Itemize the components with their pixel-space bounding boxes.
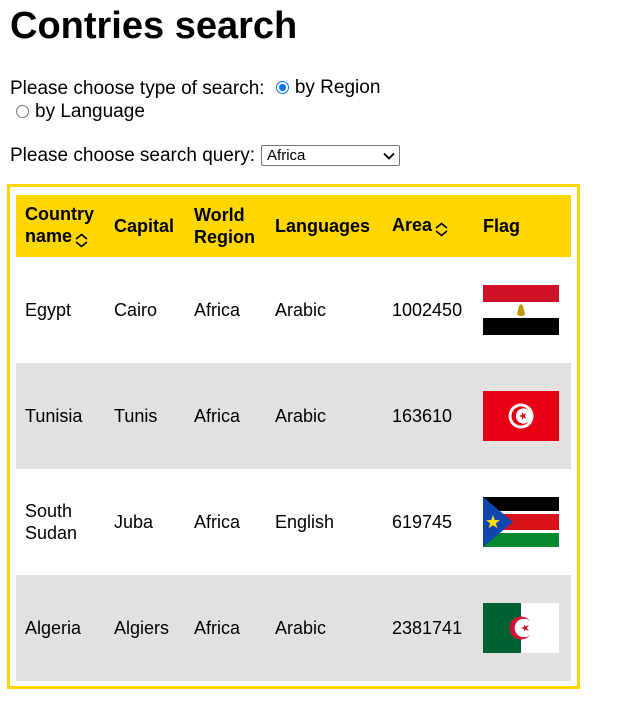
cell-area: 619745 bbox=[392, 512, 453, 532]
cell-flag bbox=[474, 469, 571, 575]
table-row: Algeria Algiers Africa Arabic 2381741 bbox=[16, 575, 571, 681]
table-row: South Sudan Juba Africa English 619745 bbox=[16, 469, 571, 575]
table-row: Egypt Cairo Africa Arabic 1002450 bbox=[16, 257, 571, 363]
sort-icon[interactable] bbox=[73, 232, 90, 249]
column-header-country[interactable]: Country name bbox=[16, 195, 105, 257]
cell-region: Africa bbox=[194, 300, 241, 320]
cell-area: 2381741 bbox=[383, 575, 474, 681]
flag-algeria-icon bbox=[483, 603, 559, 653]
cell-region: Africa bbox=[194, 512, 241, 532]
flag-tunisia-icon bbox=[483, 391, 559, 441]
column-header-flag: Flag bbox=[474, 195, 571, 257]
cell-languages: Arabic bbox=[266, 575, 383, 681]
column-header-area[interactable]: Area bbox=[383, 195, 474, 257]
cell-capital: Tunis bbox=[105, 363, 185, 469]
table-header-row: Country name Capital World Region Langua… bbox=[16, 195, 571, 257]
radio-option-by-region[interactable]: by Region bbox=[270, 76, 381, 99]
flag-south-sudan-icon bbox=[483, 497, 559, 547]
cell-region: Africa bbox=[185, 363, 266, 469]
flag-egypt-icon bbox=[483, 285, 559, 335]
radio-by-language-label[interactable]: by Language bbox=[35, 100, 145, 123]
column-header-capital: Capital bbox=[105, 195, 185, 257]
cell-languages: Arabic bbox=[266, 363, 383, 469]
cell-flag bbox=[474, 363, 571, 469]
search-query-select[interactable]: Africa bbox=[261, 145, 401, 166]
sort-icon[interactable] bbox=[433, 221, 450, 238]
cell-languages: English bbox=[275, 512, 335, 532]
column-header-region: World Region bbox=[185, 195, 266, 257]
search-type-group: Please choose type of search: by Region … bbox=[10, 76, 430, 124]
cell-flag bbox=[474, 575, 571, 681]
table-row: Tunisia Tunis Africa Arabic 163610 bbox=[16, 363, 571, 469]
search-query-selected: Africa bbox=[267, 147, 306, 164]
column-header-languages: Languages bbox=[266, 195, 383, 257]
cell-country: Tunisia bbox=[16, 363, 105, 469]
cell-capital: Algiers bbox=[105, 575, 185, 681]
cell-country: South Sudan bbox=[25, 501, 78, 543]
radio-by-region[interactable] bbox=[275, 81, 289, 94]
radio-by-region-label[interactable]: by Region bbox=[295, 76, 381, 99]
search-query-label: Please choose search query: bbox=[10, 145, 256, 166]
cell-region: Africa bbox=[185, 575, 266, 681]
cell-flag bbox=[474, 257, 571, 363]
search-query-row: Please choose search query: Africa bbox=[10, 144, 401, 167]
page-title: Contries search bbox=[10, 5, 298, 47]
results-table-frame: Country name Capital World Region Langua… bbox=[7, 184, 580, 689]
cell-area: 163610 bbox=[383, 363, 474, 469]
cell-capital: Juba bbox=[114, 512, 154, 532]
cell-country: Algeria bbox=[16, 575, 105, 681]
results-table: Country name Capital World Region Langua… bbox=[16, 195, 571, 681]
cell-languages: Arabic bbox=[275, 300, 327, 320]
search-type-label: Please choose type of search: bbox=[10, 78, 265, 99]
chevron-down-icon bbox=[383, 152, 395, 160]
radio-option-by-language[interactable]: by Language bbox=[10, 100, 145, 123]
cell-country: Egypt bbox=[25, 300, 72, 320]
cell-area: 1002450 bbox=[392, 300, 463, 320]
radio-by-language[interactable] bbox=[16, 105, 29, 118]
cell-capital: Cairo bbox=[114, 300, 158, 320]
